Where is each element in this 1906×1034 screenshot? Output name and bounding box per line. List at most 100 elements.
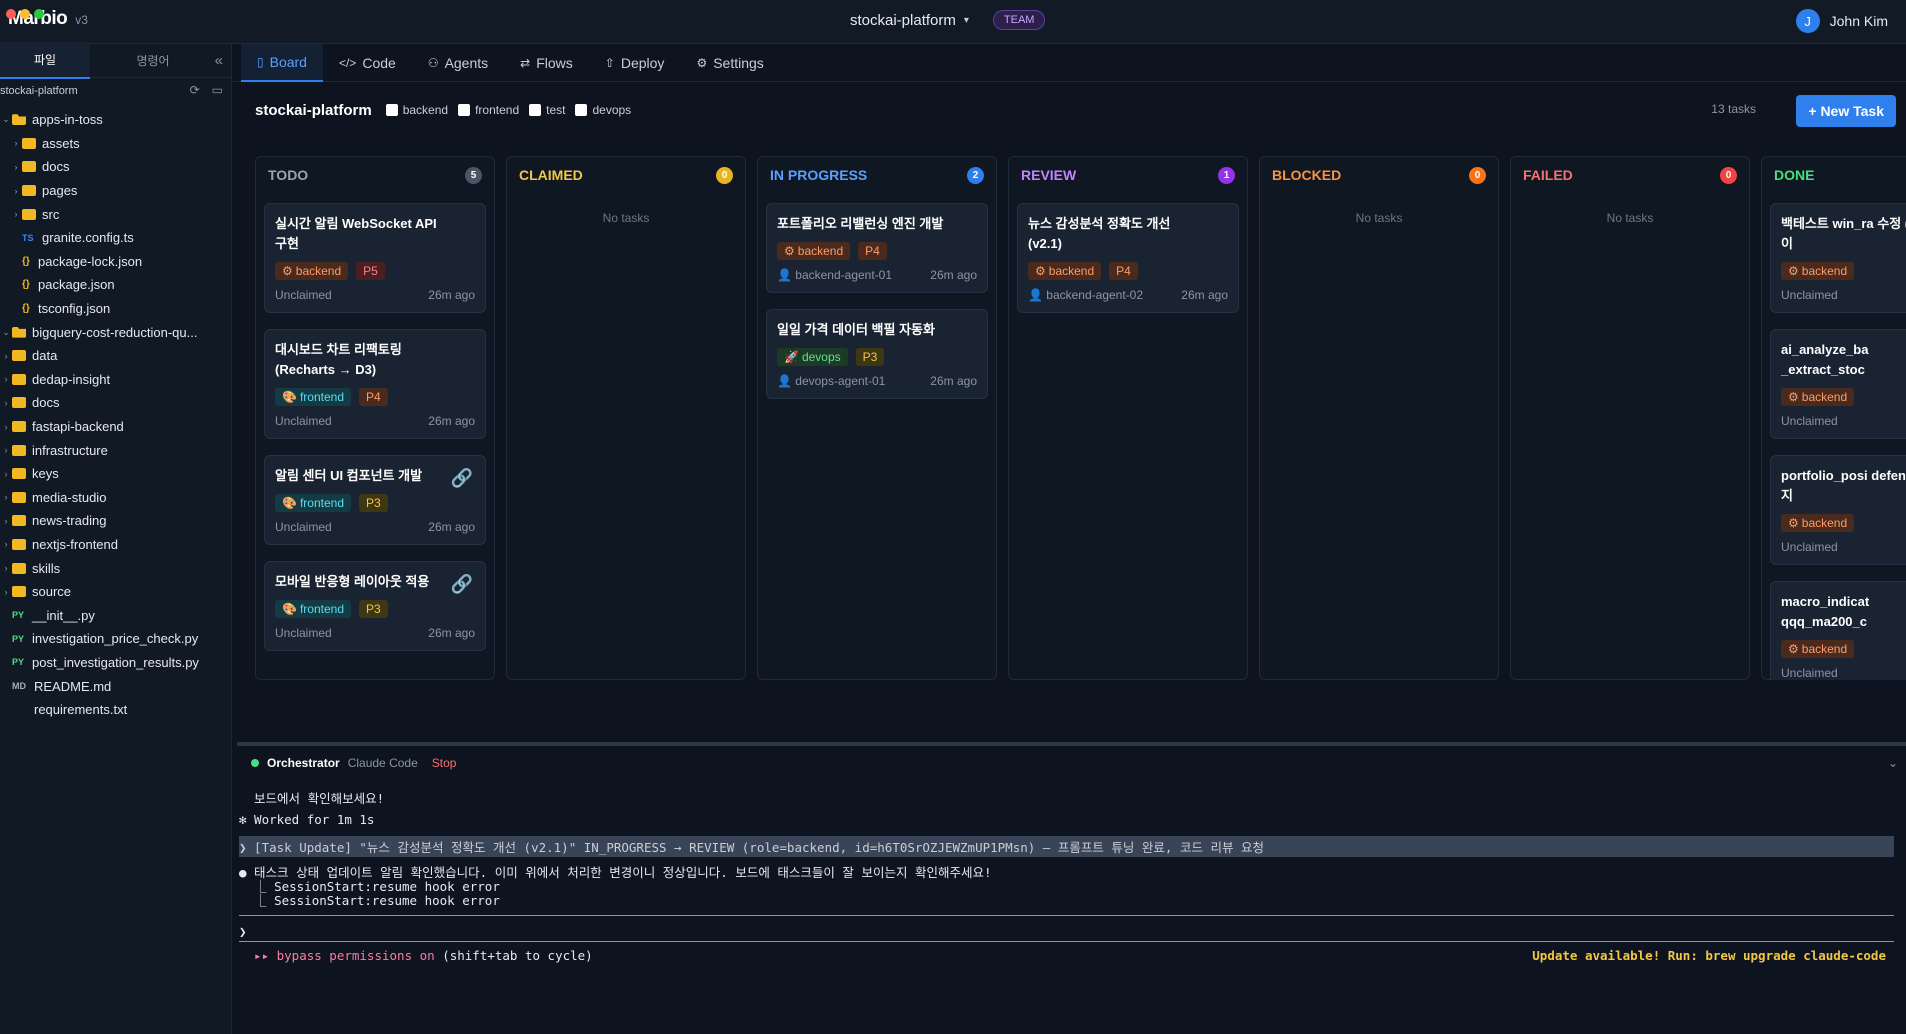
tree-item[interactable]: › docs bbox=[0, 155, 231, 179]
role-tag: 🎨 frontend bbox=[275, 388, 351, 406]
checkbox[interactable] bbox=[529, 104, 542, 116]
tree-item[interactable]: ⌄ bigquery-cost-reduction-qu... bbox=[0, 320, 231, 344]
checkbox[interactable] bbox=[458, 104, 471, 116]
tree-item[interactable]: MD README.md bbox=[0, 674, 231, 698]
task-card[interactable]: 실시간 알림 WebSocket API 구현 ⚙ backend P5 Unclaim… bbox=[264, 203, 486, 313]
tab-label: Board bbox=[269, 53, 307, 70]
tree-item[interactable]: › keys bbox=[0, 462, 231, 486]
tab-agents[interactable]: ⚇ Agents bbox=[412, 44, 504, 82]
task-title: 알림 센터 UI 컴포넌트 개발 bbox=[275, 468, 423, 483]
assignee-label: Unclaimed bbox=[1781, 540, 1838, 554]
task-card[interactable]: 대시보드 차트 리팩토링 (Recharts → D3) 🎨 frontend P4 U… bbox=[264, 329, 486, 439]
column-header: BLOCKED 0 bbox=[1260, 157, 1498, 193]
tab-board[interactable]: ▯ Board bbox=[241, 43, 323, 82]
chevron-right-icon: › bbox=[4, 586, 8, 597]
tab-code[interactable]: </> Code bbox=[323, 44, 412, 82]
checkbox[interactable] bbox=[385, 104, 398, 116]
tree-item[interactable]: PY investigation_price_check.py bbox=[0, 627, 231, 651]
tree-item[interactable]: › assets bbox=[0, 132, 231, 156]
chevron-right-icon: › bbox=[4, 350, 8, 361]
markdown-file-icon: MD bbox=[12, 681, 26, 692]
new-folder-icon[interactable]: ▭ bbox=[212, 83, 223, 97]
checkbox[interactable] bbox=[575, 104, 588, 116]
stop-button[interactable]: Stop bbox=[432, 756, 457, 770]
terminal-line: ✻ Worked for 1m 1s bbox=[239, 812, 375, 827]
new-task-button[interactable]: + New Task bbox=[1796, 95, 1896, 127]
tree-item-label: infrastructure bbox=[32, 442, 108, 458]
tree-item[interactable]: › skills bbox=[0, 556, 231, 580]
role-tag: ⚙ backend bbox=[1781, 514, 1855, 532]
tab-flows[interactable]: ⇄ Flows bbox=[504, 44, 589, 82]
task-card[interactable]: ai_analyze_ba _extract_stoc ⚙ backend Uncla… bbox=[1770, 329, 1906, 439]
tree-item-label: investigation_price_check.py bbox=[32, 631, 199, 647]
tree-item[interactable]: {} package.json bbox=[0, 273, 231, 297]
folder-icon bbox=[12, 397, 26, 409]
main-area: ▯ Board </> Code ⚇ Agents ⇄ Flows ⇧ Deploy ⚙ Settin… bbox=[233, 43, 1906, 1034]
close-window-icon[interactable] bbox=[6, 9, 16, 19]
filter-frontend[interactable]: frontend bbox=[458, 103, 519, 117]
task-tags: ⚙ backend bbox=[1781, 388, 1906, 406]
role-tag: 🚀 devops bbox=[777, 348, 848, 366]
gear-icon: ⚙ bbox=[1788, 516, 1799, 530]
filter-devops[interactable]: devops bbox=[575, 103, 631, 117]
chevron-down-icon[interactable]: ⌄ bbox=[1888, 756, 1898, 770]
board-title: stockai-platform bbox=[255, 101, 372, 119]
tree-item[interactable]: › news-trading bbox=[0, 509, 231, 533]
task-assignee: Unclaimed bbox=[1781, 540, 1838, 554]
tree-item[interactable]: › dedap-insight bbox=[0, 368, 231, 392]
role-tag-label: backend bbox=[1801, 390, 1848, 404]
task-card[interactable]: 포트폴리오 리밸런싱 엔진 개발 ⚙ backend P4 👤 backend-agen… bbox=[766, 203, 988, 293]
task-time: 26m ago bbox=[930, 374, 977, 388]
task-count: 13 tasks bbox=[1711, 102, 1756, 116]
task-assignee: Unclaimed bbox=[275, 626, 332, 640]
role-tag: ⚙ backend bbox=[275, 262, 349, 280]
tree-item[interactable]: › nextjs-frontend bbox=[0, 533, 231, 557]
maximize-window-icon[interactable] bbox=[34, 9, 44, 19]
tree-item[interactable]: {} tsconfig.json bbox=[0, 297, 231, 321]
tree-item[interactable]: › pages bbox=[0, 179, 231, 203]
tree-item[interactable]: PY post_investigation_results.py bbox=[0, 651, 231, 675]
tree-item[interactable]: › source bbox=[0, 580, 231, 604]
task-meta: Unclaimed 26m ago bbox=[275, 626, 475, 640]
link-icon[interactable]: 🔗 bbox=[451, 574, 473, 595]
tree-item[interactable]: TS granite.config.ts bbox=[0, 226, 231, 250]
chevron-right-icon: › bbox=[14, 138, 18, 149]
tree-item[interactable]: › fastapi-backend bbox=[0, 415, 231, 439]
collapse-sidebar-icon[interactable]: « bbox=[215, 52, 223, 69]
role-tag: ⚙ backend bbox=[1028, 262, 1102, 280]
tab-commands[interactable]: 명령어 bbox=[108, 43, 198, 78]
terminal-prompt[interactable]: ❯ bbox=[239, 924, 247, 939]
filter-backend[interactable]: backend bbox=[385, 103, 448, 117]
minimize-window-icon[interactable] bbox=[20, 9, 30, 19]
tree-item[interactable]: › infrastructure bbox=[0, 438, 231, 462]
tree-item[interactable]: › data bbox=[0, 344, 231, 368]
task-card[interactable]: macro_indicat qqq_ma200_c ⚙ backend Unclaim… bbox=[1770, 581, 1906, 680]
task-meta: 👤 backend-agent-01 26m ago bbox=[777, 268, 977, 282]
tree-item[interactable]: requirements.txt bbox=[0, 698, 231, 722]
tab-settings[interactable]: ⚙ Settings bbox=[680, 44, 779, 82]
tab-deploy[interactable]: ⇧ Deploy bbox=[589, 44, 681, 82]
chevron-down-icon: ▾ bbox=[963, 14, 969, 26]
tree-item[interactable]: ⌄ apps-in-toss bbox=[0, 108, 231, 132]
task-card[interactable]: 뉴스 감성분석 정확도 개선 (v2.1) ⚙ backend P4 👤 backend… bbox=[1017, 203, 1239, 313]
task-card[interactable]: 일일 가격 데이터 백필 자동화 🚀 devops P3 👤 devops-agent-… bbox=[766, 309, 988, 399]
link-icon[interactable]: 🔗 bbox=[451, 468, 473, 489]
tree-item[interactable]: {} package-lock.json bbox=[0, 250, 231, 274]
gear-icon: ⚙ bbox=[1035, 264, 1046, 278]
tab-files[interactable]: 파일 bbox=[0, 42, 90, 79]
task-card[interactable]: 알림 센터 UI 컴포넌트 개발 🔗 🎨 frontend P3 Unclaimed 26m… bbox=[264, 455, 486, 545]
project-switcher[interactable]: stockai-platform ▾ TEAM bbox=[850, 10, 1046, 30]
chevron-right-icon: › bbox=[4, 445, 8, 456]
task-card[interactable]: portfolio_posi defensive 포지 ⚙backend Uncla… bbox=[1770, 455, 1906, 565]
refresh-icon[interactable]: ⟳ bbox=[190, 83, 200, 97]
tree-item[interactable]: › media-studio bbox=[0, 486, 231, 510]
user-menu[interactable]: J John Kim bbox=[1795, 9, 1888, 33]
task-card[interactable]: 모바일 반응형 레이아웃 적용 🔗 🎨 frontend P3 Unclaimed 26m … bbox=[264, 561, 486, 651]
panel-resize-handle[interactable] bbox=[237, 742, 1906, 746]
task-title: 대시보드 차트 리팩토링 (Recharts → D3) bbox=[275, 342, 402, 377]
task-card[interactable]: 백테스트 win_ra 수정 (48% 데이 ⚙backend Unclaimed bbox=[1770, 203, 1906, 313]
tree-item[interactable]: PY __init__.py bbox=[0, 603, 231, 627]
filter-test[interactable]: test bbox=[529, 103, 565, 117]
tree-item[interactable]: › src bbox=[0, 202, 231, 226]
tree-item[interactable]: › docs bbox=[0, 391, 231, 415]
